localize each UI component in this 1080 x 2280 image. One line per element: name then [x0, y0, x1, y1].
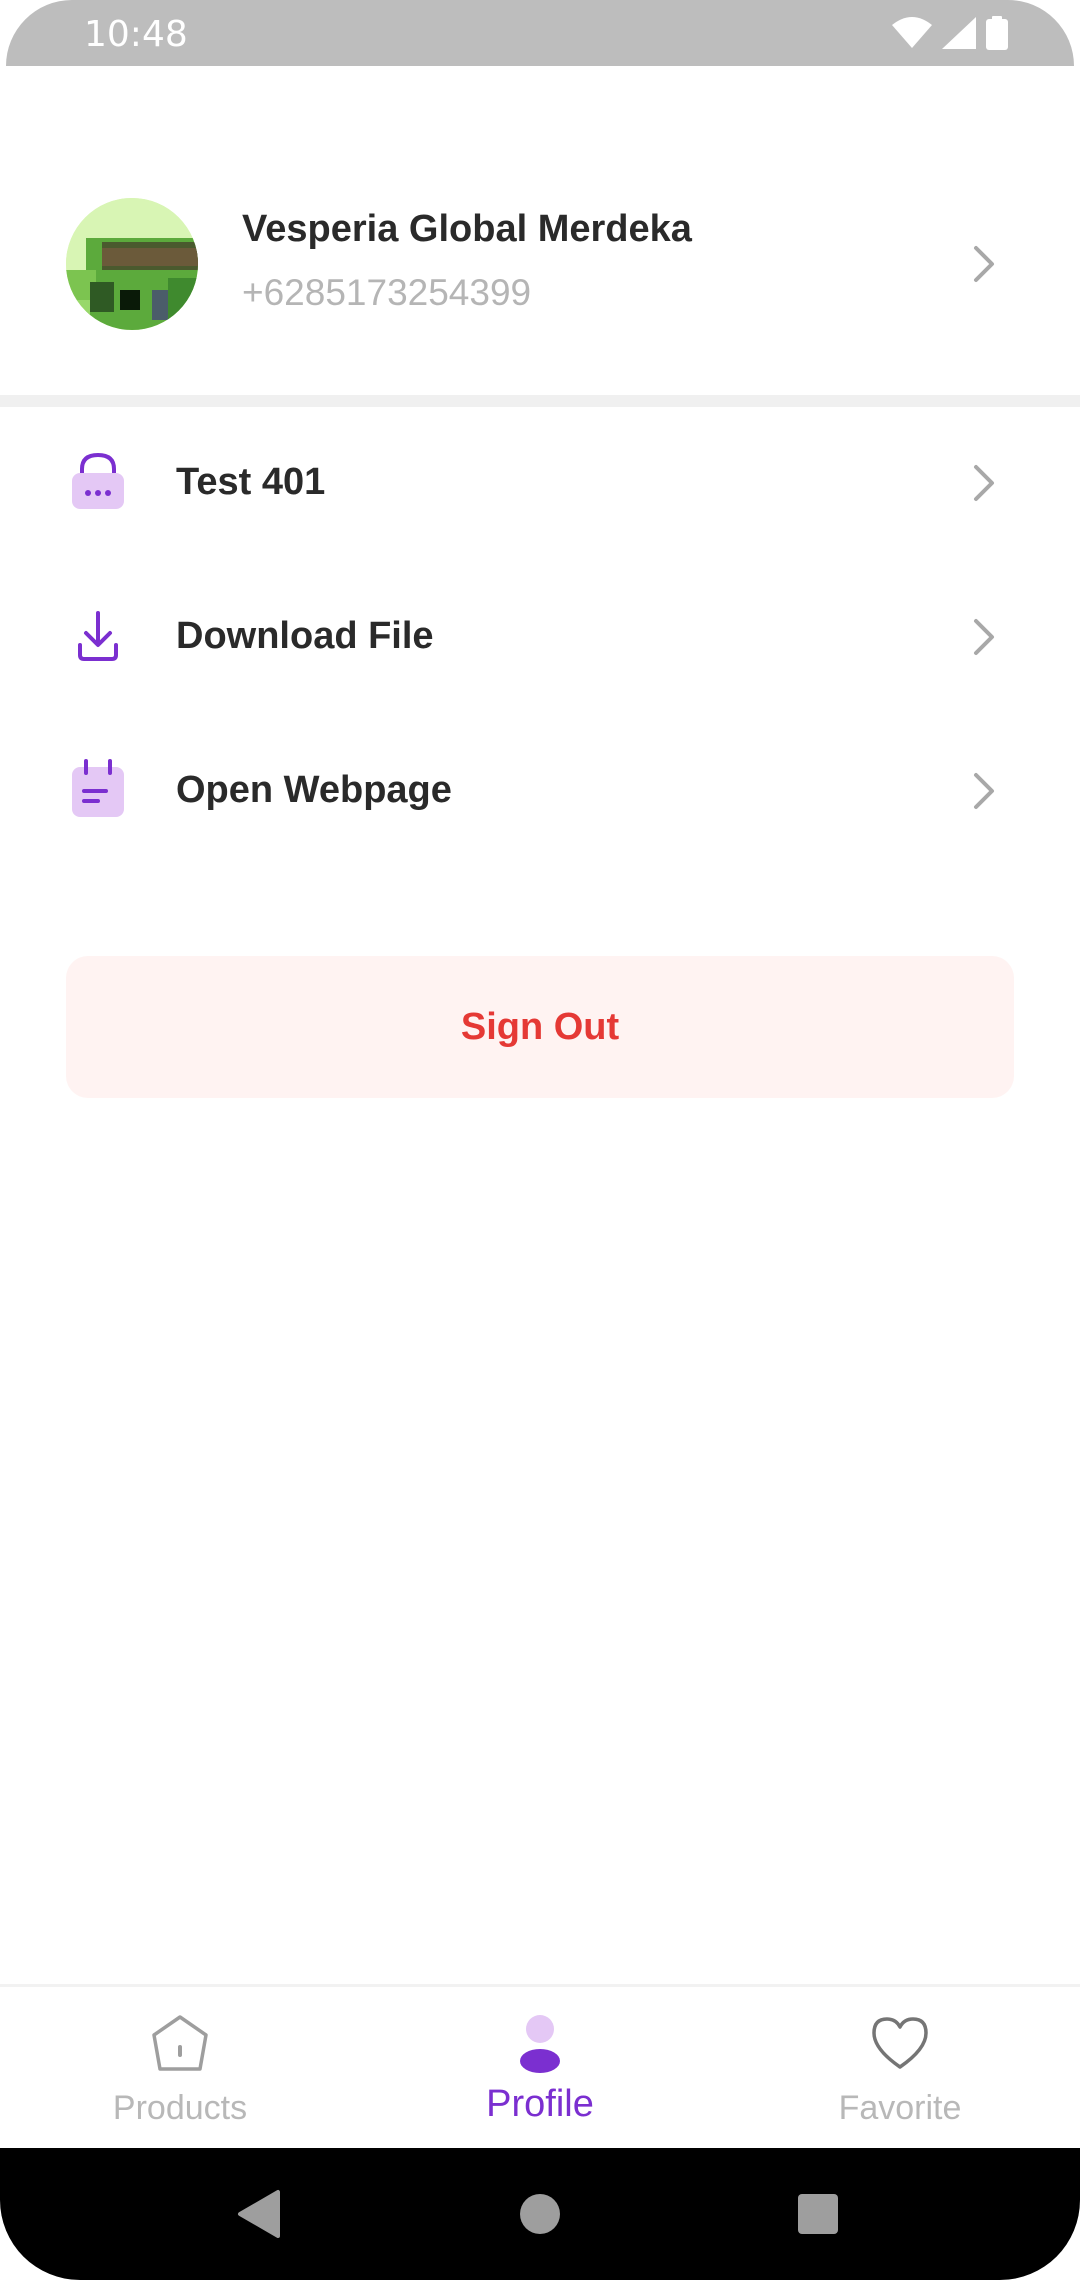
menu-item-label: Test 401 [176, 461, 326, 503]
home-icon [152, 2015, 208, 2071]
chevron-right-icon [974, 246, 994, 282]
menu-item-open-webpage[interactable]: Open Webpage [0, 715, 1080, 869]
person-icon [520, 2015, 560, 2073]
menu-item-test-401[interactable]: Test 401 [0, 407, 1080, 561]
profile-name: Vesperia Global Merdeka [242, 208, 692, 250]
status-time: 10:48 [84, 14, 188, 55]
calendar-note-icon [72, 759, 124, 817]
menu-item-label: Open Webpage [176, 769, 452, 811]
nav-item-favorite[interactable]: Favorite [720, 1987, 1080, 2151]
system-navigation-bar [0, 2148, 1080, 2280]
chevron-right-icon [974, 773, 994, 809]
avatar [66, 198, 198, 330]
battery-icon [986, 16, 1008, 50]
heart-icon [872, 2017, 928, 2069]
status-bar-background: 10:48 [6, 0, 1074, 66]
home-button-icon[interactable] [514, 2188, 566, 2240]
chevron-right-icon [974, 465, 994, 501]
download-icon [78, 611, 118, 661]
wifi-icon [892, 17, 932, 48]
menu-item-label: Download File [176, 615, 434, 657]
status-bar: 10:48 [0, 0, 1080, 66]
bottom-navigation: Products Profile Favorite [0, 1984, 1080, 2148]
nav-item-profile[interactable]: Profile [360, 1987, 720, 2151]
nav-label: Products [112, 2089, 248, 2127]
status-icons [892, 16, 1008, 50]
menu-item-download-file[interactable]: Download File [0, 561, 1080, 715]
profile-phone: +6285173254399 [242, 272, 532, 313]
chevron-right-icon [974, 619, 994, 655]
nav-label: Favorite [838, 2089, 962, 2127]
section-divider [0, 395, 1080, 407]
lock-icon [72, 452, 124, 509]
signal-icon [942, 17, 976, 49]
back-icon[interactable] [234, 2188, 286, 2240]
recents-icon[interactable] [792, 2188, 844, 2240]
nav-item-products[interactable]: Products [0, 1987, 360, 2151]
profile-header[interactable]: Vesperia Global Merdeka +6285173254399 [0, 150, 1080, 378]
sign-out-button[interactable]: Sign Out [66, 956, 1014, 1098]
nav-label: Profile [486, 2083, 594, 2125]
